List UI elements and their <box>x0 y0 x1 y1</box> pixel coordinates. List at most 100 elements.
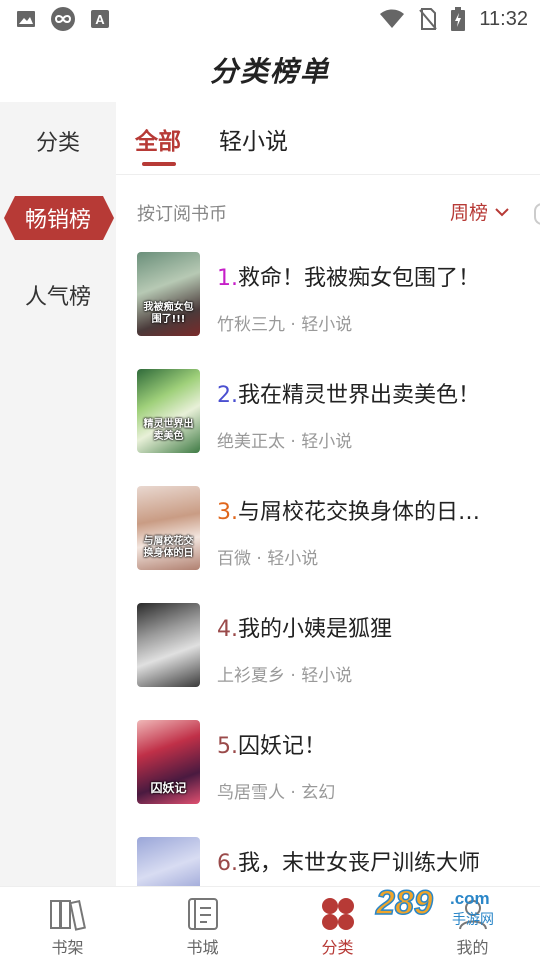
filter-row: 按订阅书币 周榜 <box>116 176 540 246</box>
book-item[interactable]: 6.我，末世女丧尸训练大师 <box>116 831 540 886</box>
page-header: 分类榜单 <box>0 38 540 102</box>
book-item[interactable]: 我被痴女包围了!!! 1.救命！我被痴女包围了！ 竹秋三九 · 轻小说 <box>116 246 540 363</box>
book-author: 百微 <box>217 549 251 569</box>
period-dropdown[interactable]: 周榜 <box>450 196 510 226</box>
book-title: 3.与屑校花交换身体的日… <box>217 494 535 526</box>
status-bar-right: 11:32 <box>379 7 528 31</box>
sidebar-item-label: 分类 <box>35 131 80 156</box>
no-sim-icon <box>419 8 438 30</box>
sidebar-item-bestseller[interactable]: 畅销榜 <box>0 194 116 242</box>
book-category: 轻小说 <box>301 315 353 335</box>
scroll-edge-indicator <box>534 203 540 225</box>
sidebar-item-category[interactable]: 分类 <box>0 117 116 165</box>
book-author: 鸟居雪人 <box>217 783 285 803</box>
book-category: 玄幻 <box>301 783 336 803</box>
meta-separator: · <box>256 549 262 569</box>
book-author: 上衫夏乡 <box>217 666 285 686</box>
cover-title-art: 精灵世界出卖美色 <box>143 419 194 442</box>
book-author: 竹秋三九 <box>217 315 285 335</box>
book-rank: 3. <box>217 500 238 525</box>
book-cover: 囚妖记 <box>137 720 200 804</box>
nav-bookshelf[interactable]: 书架 <box>0 887 135 960</box>
status-time: 11:32 <box>479 7 528 30</box>
book-title-text: 与屑校花交换身体的日… <box>238 500 481 525</box>
book-item[interactable]: 精灵世界出卖美色 2.我在精灵世界出卖美色！ 绝美正太 · 轻小说 <box>116 363 540 480</box>
book-cover <box>137 837 200 886</box>
book-cover: 我被痴女包围了!!! <box>137 252 200 336</box>
period-label: 周榜 <box>450 201 489 224</box>
book-rank: 6. <box>217 851 238 876</box>
tab-light-novel[interactable]: 轻小说 <box>219 122 288 156</box>
category-sidebar: 分类 畅销榜 人气榜 <box>0 102 116 886</box>
book-title: 6.我，末世女丧尸训练大师 <box>217 845 535 877</box>
book-category: 轻小说 <box>267 549 319 569</box>
battery-charging-icon <box>451 7 466 31</box>
profile-icon <box>455 897 491 931</box>
meta-separator: · <box>290 783 296 803</box>
book-cover: 与屑校花交换身体的日 <box>137 486 200 570</box>
book-title: 2.我在精灵世界出卖美色！ <box>217 377 535 409</box>
book-rank: 4. <box>217 617 238 642</box>
sidebar-item-label: 畅销榜 <box>24 208 91 233</box>
sort-label: 按订阅书币 <box>137 204 227 225</box>
nav-label: 分类 <box>321 938 354 957</box>
book-title-text: 我的小姨是狐狸 <box>238 617 393 642</box>
chevron-down-icon <box>494 200 510 222</box>
book-title-text: 我，末世女丧尸训练大师 <box>238 851 481 876</box>
book-meta: 竹秋三九 · 轻小说 <box>217 310 352 335</box>
book-title: 4.我的小姨是狐狸 <box>217 611 535 643</box>
svg-text:A: A <box>95 12 105 27</box>
book-rank: 1. <box>217 266 238 291</box>
book-title: 5.囚妖记！ <box>217 728 535 760</box>
nav-bookstore[interactable]: 书城 <box>135 887 270 960</box>
wifi-icon <box>379 9 405 29</box>
book-category: 轻小说 <box>301 666 353 686</box>
bottom-nav: 书架 书城 分类 我的 <box>0 886 540 960</box>
sidebar-item-popular[interactable]: 人气榜 <box>0 271 116 319</box>
meta-separator: · <box>290 432 296 452</box>
tab-bar: 全部 轻小说 <box>116 102 540 174</box>
meta-separator: · <box>290 666 296 686</box>
divider <box>116 174 540 175</box>
book-title-text: 我在精灵世界出卖美色！ <box>238 383 481 408</box>
bookstore-icon <box>185 897 221 931</box>
nav-label: 书架 <box>51 938 84 957</box>
tab-active-underline <box>142 162 176 166</box>
book-item[interactable]: 与屑校花交换身体的日 3.与屑校花交换身体的日… 百微 · 轻小说 <box>116 480 540 597</box>
book-meta: 上衫夏乡 · 轻小说 <box>217 661 352 686</box>
book-cover <box>137 603 200 687</box>
book-cover: 精灵世界出卖美色 <box>137 369 200 453</box>
book-rank: 2. <box>217 383 238 408</box>
tab-all[interactable]: 全部 <box>135 122 181 156</box>
page-title: 分类榜单 <box>209 55 330 88</box>
book-meta: 鸟居雪人 · 玄幻 <box>217 778 335 803</box>
cover-title-art: 囚妖记 <box>150 781 187 795</box>
book-category: 轻小说 <box>301 432 353 452</box>
cover-title-art: 与屑校花交换身体的日 <box>143 536 194 559</box>
book-list: 我被痴女包围了!!! 1.救命！我被痴女包围了！ 竹秋三九 · 轻小说 精灵世界… <box>116 246 540 886</box>
book-meta: 绝美正太 · 轻小说 <box>217 427 352 452</box>
book-title-text: 救命！我被痴女包围了！ <box>238 266 481 291</box>
category-icon <box>319 897 357 931</box>
nav-label: 书城 <box>186 938 219 957</box>
status-bar-left: A <box>16 6 110 32</box>
nav-category[interactable]: 分类 <box>270 887 405 960</box>
book-item[interactable]: 囚妖记 5.囚妖记！ 鸟居雪人 · 玄幻 <box>116 714 540 831</box>
book-title-text: 囚妖记！ <box>238 734 327 759</box>
bookshelf-icon <box>48 897 88 931</box>
app-screen: A 11:32 分类榜单 分类 畅销榜 人气榜 全部 轻小说 按订阅书币 周榜 … <box>0 0 540 960</box>
nav-label: 我的 <box>456 938 489 957</box>
cover-title-art: 我被痴女包围了!!! <box>143 302 194 325</box>
meta-separator: · <box>290 315 296 335</box>
nav-profile[interactable]: 我的 <box>405 887 540 960</box>
book-item[interactable]: 4.我的小姨是狐狸 上衫夏乡 · 轻小说 <box>116 597 540 714</box>
book-title: 1.救命！我被痴女包围了！ <box>217 260 535 292</box>
book-author: 绝美正太 <box>217 432 285 452</box>
book-rank: 5. <box>217 734 238 759</box>
sidebar-item-label: 人气榜 <box>24 285 91 310</box>
font-app-icon: A <box>90 9 110 29</box>
status-bar: A 11:32 <box>0 0 540 38</box>
infinity-app-icon <box>50 6 76 32</box>
gallery-notification-icon <box>16 10 36 28</box>
book-meta: 百微 · 轻小说 <box>217 544 318 569</box>
